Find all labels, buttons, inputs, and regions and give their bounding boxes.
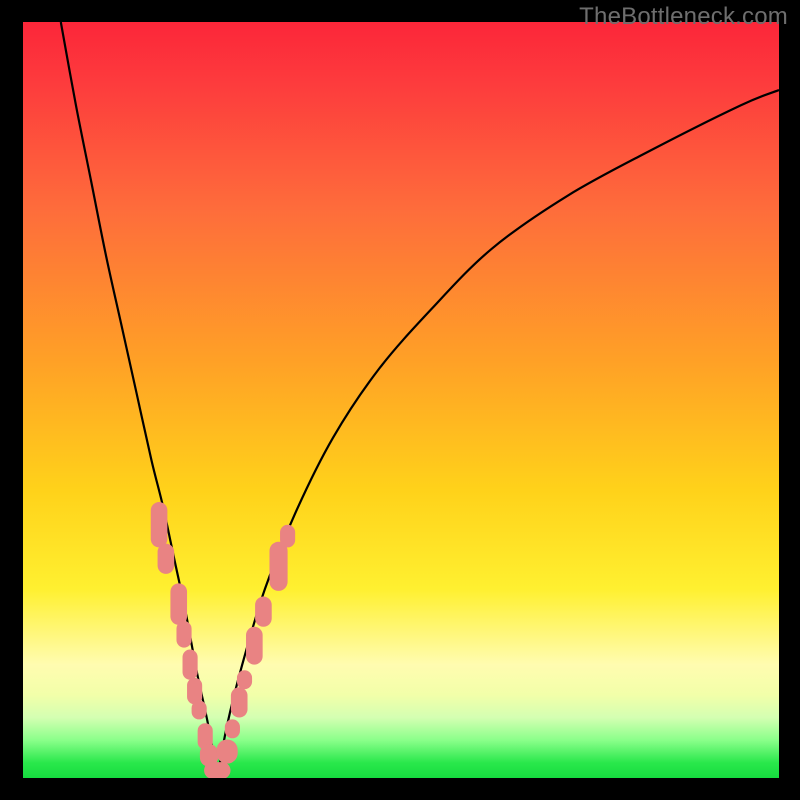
- data-bead: [204, 762, 230, 778]
- data-bead: [151, 502, 168, 547]
- data-beads-group: [151, 502, 295, 778]
- data-bead: [225, 719, 240, 738]
- data-bead: [158, 544, 175, 574]
- data-bead: [280, 525, 295, 548]
- watermark-text: TheBottleneck.com: [579, 3, 788, 31]
- data-bead: [187, 678, 202, 704]
- data-bead: [231, 687, 248, 717]
- data-bead: [170, 583, 187, 625]
- data-bead: [176, 621, 191, 647]
- data-bead: [269, 542, 287, 591]
- chart-frame: TheBottleneck.com: [0, 0, 800, 800]
- curve-right: [217, 90, 779, 778]
- data-bead: [183, 649, 198, 679]
- plot-area: [23, 22, 779, 778]
- data-bead: [255, 597, 272, 627]
- data-bead: [217, 739, 238, 763]
- data-bead: [192, 701, 207, 720]
- data-bead: [246, 627, 263, 665]
- chart-svg: [23, 22, 779, 778]
- data-bead: [237, 670, 252, 689]
